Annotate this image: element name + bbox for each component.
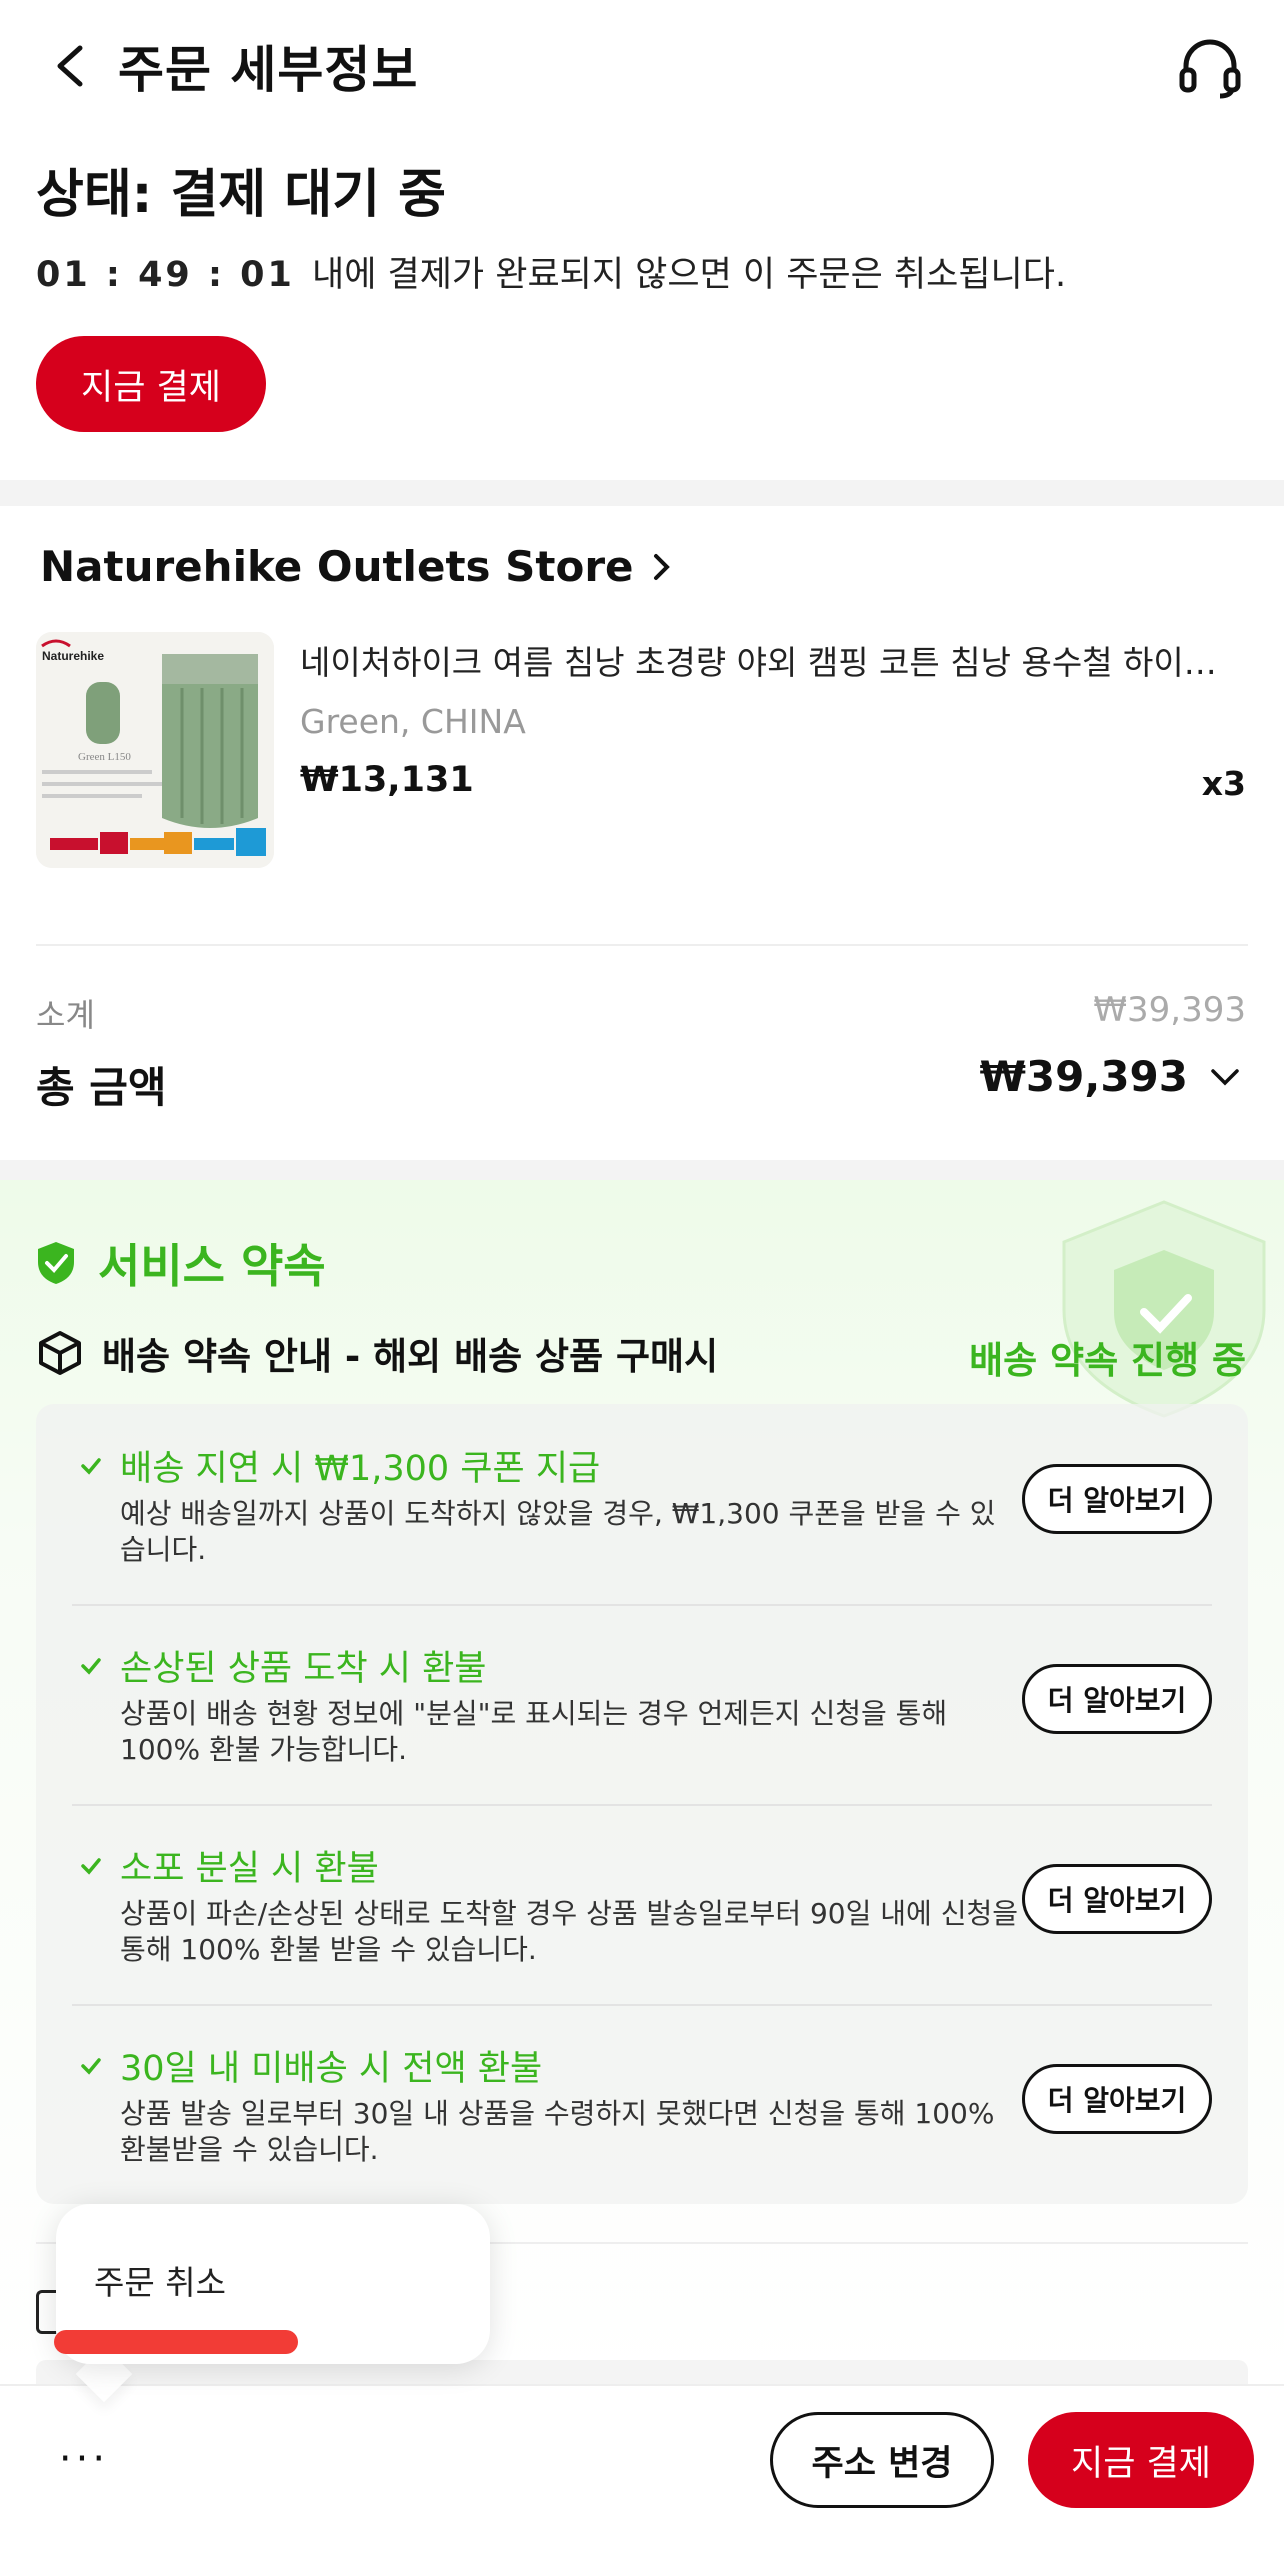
headset-icon: [1179, 39, 1241, 99]
product-price: ₩13,131: [300, 760, 474, 800]
guarantee-description: 상품이 배송 현황 정보에 "분실"로 표시되는 경우 언제든지 신청을 통해 …: [120, 1697, 948, 1766]
order-status-title: 상태: 결제 대기 중: [36, 165, 446, 225]
package-box-icon: [39, 1331, 81, 1375]
learn-more-button[interactable]: 더 알아보기: [1022, 1464, 1212, 1534]
back-button[interactable]: [40, 36, 100, 96]
store-name: Naturehike Outlets Store: [40, 542, 634, 591]
subtotal-value: ₩39,393: [1093, 990, 1246, 1030]
brand-logo-text: Naturehike: [42, 649, 104, 663]
guarantee-list: 배송 지연 시 ₩1,300 쿠폰 지급 예상 배송일까지 상품이 도착하지 않…: [36, 1404, 1248, 2204]
guarantee-item: 30일 내 미배송 시 전액 환불 상품 발송 일로부터 30일 내 상품을 수…: [36, 2004, 1248, 2204]
shield-check-icon: [38, 1242, 74, 1284]
product-thumbnail[interactable]: Naturehike Green L150: [36, 632, 274, 868]
model-label-text: Green L150: [78, 751, 131, 763]
learn-more-button[interactable]: 더 알아보기: [1022, 2064, 1212, 2134]
guarantee-description: 상품이 파손/손상된 상태로 도착할 경우 상품 발송일로부터 90일 내에 신…: [120, 1897, 1018, 1966]
customer-service-button[interactable]: [1174, 32, 1246, 104]
countdown-timer: 01 : 49 : 01: [36, 255, 295, 295]
product-name[interactable]: 네이처하이크 여름 침낭 초경량 야외 캠핑 코튼 침낭 용수철 하이…: [300, 636, 1234, 684]
guarantee-description: 예상 배송일까지 상품이 도착하지 않았을 경우, ₩1,300 쿠폰을 받을 …: [120, 1497, 996, 1566]
pay-now-button[interactable]: 지금 결제: [36, 336, 266, 432]
shipping-promise-status: 배송 약속 진행 중: [969, 1339, 1246, 1382]
shipping-promise-heading: 배송 약속 안내 - 해외 배송 상품 구매시: [36, 1326, 718, 1380]
product-variant: Green, CHINA: [300, 702, 526, 741]
guarantee-item: 소포 분실 시 환불 상품이 파손/손상된 상태로 도착할 경우 상품 발송일로…: [36, 1804, 1248, 2004]
section-divider: [0, 480, 1284, 506]
check-icon: [81, 2057, 101, 2075]
check-icon: [81, 1657, 101, 1675]
top-header: 주문 세부정보: [0, 0, 1284, 130]
chevron-right-icon: [653, 553, 670, 580]
sleeping-bag-image: Naturehike Green L150: [36, 632, 274, 868]
total-amount-toggle[interactable]: ₩39,393: [980, 1052, 1240, 1101]
back-arrow-icon: [57, 45, 83, 87]
product-quantity: x3: [1201, 764, 1246, 803]
divider-line: [36, 944, 1248, 946]
check-icon: [81, 1857, 101, 1875]
timer-message-text: 내에 결제가 완료되지 않으면 이 주문은 취소됩니다.: [312, 255, 1067, 295]
learn-more-button[interactable]: 더 알아보기: [1022, 1864, 1212, 1934]
page-title: 주문 세부정보: [118, 41, 419, 99]
pay-now-bottom-button[interactable]: 지금 결제: [1028, 2412, 1254, 2508]
guarantee-item: 배송 지연 시 ₩1,300 쿠폰 지급 예상 배송일까지 상품이 도착하지 않…: [36, 1404, 1248, 1604]
store-link[interactable]: Naturehike Outlets Store: [40, 542, 672, 591]
subtotal-label: 소계: [36, 996, 95, 1034]
shield-decoration-icon: [1062, 1200, 1266, 1418]
guarantee-title: 배송 지연 시 ₩1,300 쿠폰 지급: [80, 1440, 600, 1491]
total-value: ₩39,393: [979, 1052, 1188, 1101]
change-address-button[interactable]: 주소 변경: [770, 2412, 994, 2508]
check-icon: [81, 1457, 101, 1475]
guarantee-title: 손상된 상품 도착 시 환불: [80, 1640, 487, 1691]
chevron-down-icon: [1211, 1068, 1239, 1085]
guarantee-title: 소포 분실 시 환불: [80, 1840, 379, 1891]
service-promise-title: 서비스 약속: [36, 1230, 326, 1296]
guarantee-item: 손상된 상품 도착 시 환불 상품이 배송 현황 정보에 "분실"로 표시되는 …: [36, 1604, 1248, 1804]
guarantee-title: 30일 내 미배송 시 전액 환불: [80, 2040, 542, 2091]
more-options-button[interactable]: ···: [54, 2434, 114, 2484]
cancel-order-option[interactable]: 주문 취소: [94, 2256, 226, 2304]
guarantee-description: 상품 발송 일로부터 30일 내 상품을 수령하지 못했다면 신청을 통해 10…: [120, 2097, 995, 2166]
payment-timer-message: 01 : 49 : 01 내에 결제가 완료되지 않으면 이 주문은 취소됩니다…: [36, 246, 1066, 297]
total-label: 총 금액: [36, 1063, 167, 1112]
learn-more-button[interactable]: 더 알아보기: [1022, 1664, 1212, 1734]
cancel-order-highlight: [54, 2330, 298, 2354]
